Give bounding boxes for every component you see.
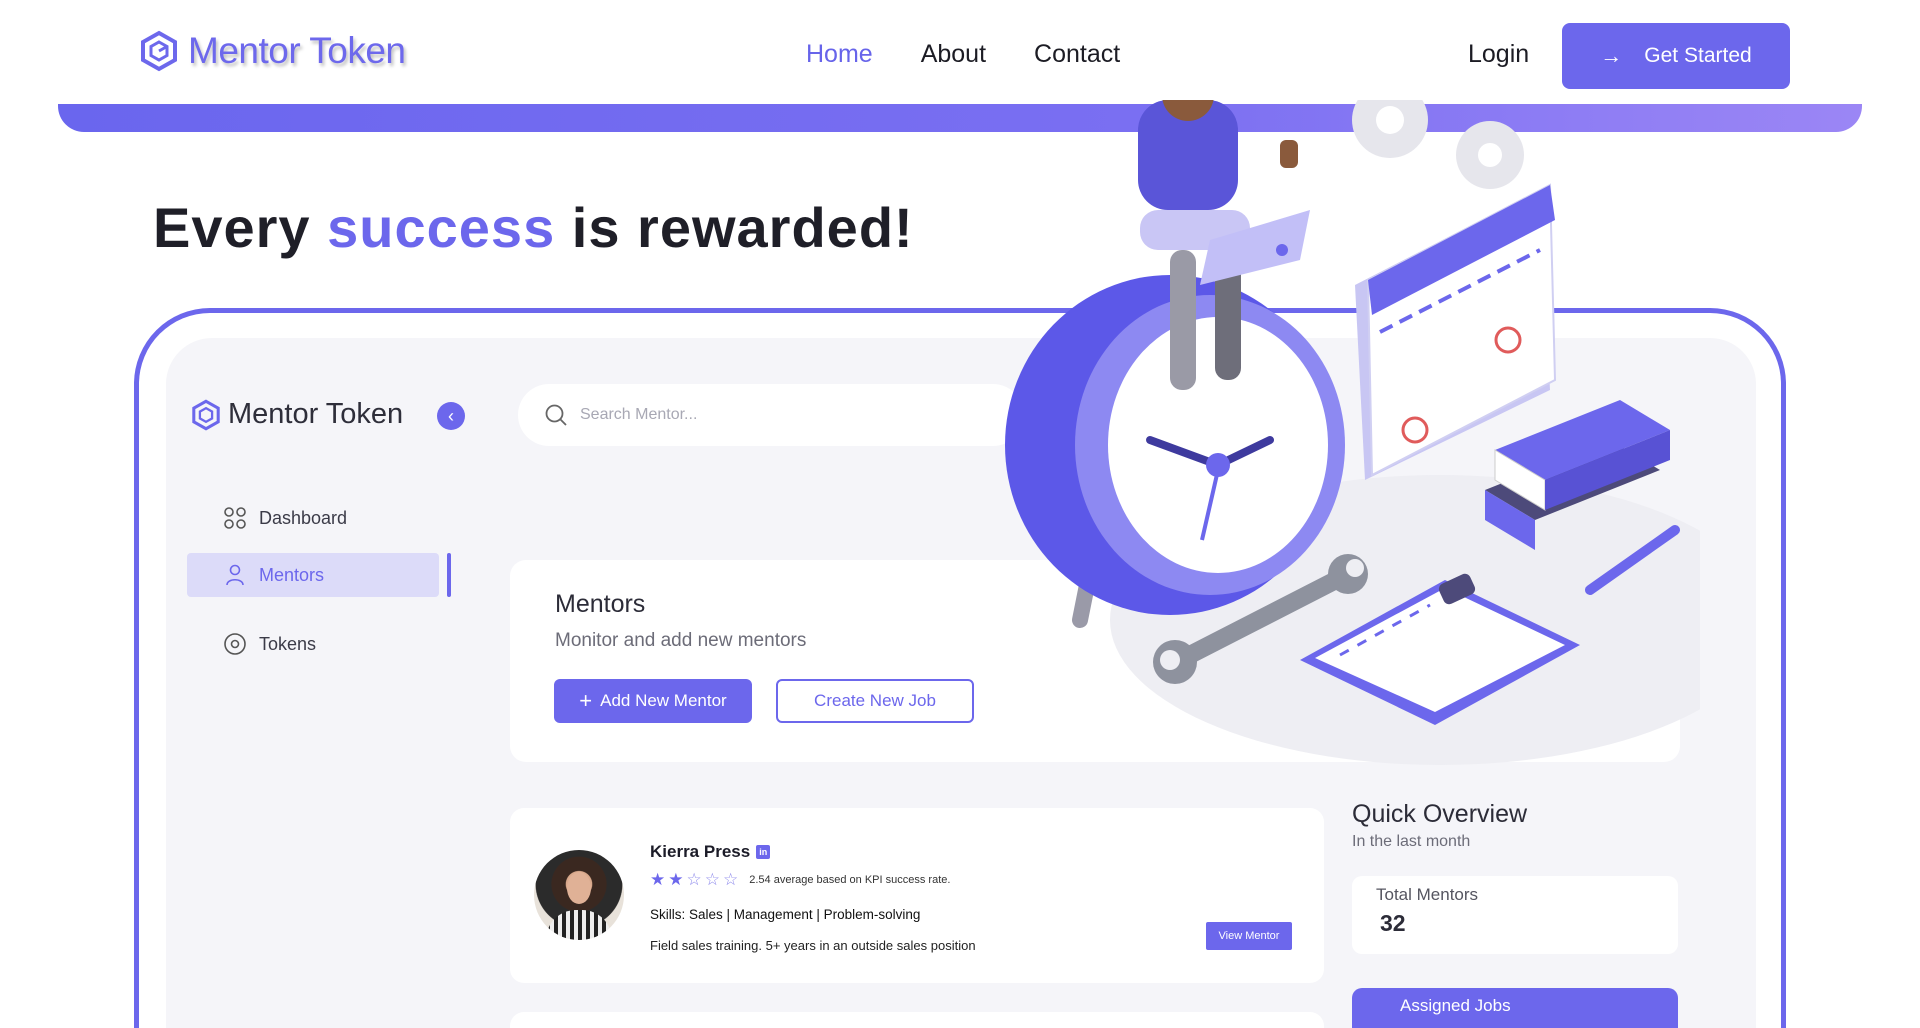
- mentor-search: [518, 384, 1024, 446]
- sidebar-collapse-button[interactable]: ‹: [437, 402, 465, 430]
- nav-link-contact[interactable]: Contact: [1034, 40, 1120, 69]
- active-item-marker: [447, 553, 451, 597]
- sidebar-item-dashboard[interactable]: Dashboard: [187, 496, 439, 540]
- mentors-subtitle: Monitor and add new mentors: [555, 630, 807, 651]
- sidebar-item-label: Mentors: [259, 564, 325, 585]
- rating-text: 2.54 average based on KPI success rate.: [749, 874, 951, 886]
- grid-icon: [224, 507, 246, 529]
- user-icon: [226, 564, 244, 586]
- hexagon-logo-icon: [141, 30, 177, 72]
- mentor-skills: Skills: Sales | Management | Problem-sol…: [650, 907, 921, 922]
- mentor-description: Field sales training. 5+ years in an out…: [650, 938, 976, 953]
- search-icon: [545, 404, 567, 426]
- target-icon: [224, 633, 246, 655]
- total-mentors-label: Total Mentors: [1376, 885, 1479, 904]
- hero-accent-word: success: [327, 196, 556, 259]
- dashboard-brand: Mentor Token: [190, 398, 403, 431]
- hero-text-before: Every: [153, 196, 328, 259]
- hexagon-logo-icon: [192, 399, 220, 430]
- create-new-job-label: Create New Job: [814, 691, 936, 710]
- star-filled-icon: ★: [650, 870, 666, 889]
- mentor-list-item: [510, 808, 1324, 983]
- brand-logo[interactable]: Mentor Token: [138, 30, 406, 72]
- linkedin-icon[interactable]: in: [756, 845, 771, 859]
- nav-link-about[interactable]: About: [921, 40, 986, 69]
- star-filled-icon: ★: [668, 870, 684, 889]
- nav-accent-band: [58, 104, 1862, 132]
- assigned-jobs-label: Assigned Jobs: [1400, 996, 1511, 1015]
- hero-text-after: is rewarded!: [555, 196, 914, 259]
- hero-heading: Every success is rewarded!: [153, 195, 914, 260]
- get-started-label: Get Started: [1644, 44, 1752, 67]
- quick-overview-title: Quick Overview: [1352, 800, 1528, 828]
- mentor-name-text: Kierra Press: [650, 842, 751, 861]
- nav-link-home[interactable]: Home: [806, 40, 873, 69]
- mentor-name: Kierra Press in: [650, 842, 771, 862]
- brand-name: Mentor Token: [188, 30, 406, 71]
- mentors-header-card: [510, 560, 1680, 762]
- dashboard-brand-name: Mentor Token: [228, 398, 404, 430]
- view-mentor-button[interactable]: View Mentor: [1206, 922, 1292, 950]
- arrow-right-icon: →: [1600, 43, 1623, 68]
- mentor-list-item: [510, 1012, 1324, 1028]
- add-new-mentor-button[interactable]: + Add New Mentor: [554, 679, 752, 723]
- sidebar-item-mentors[interactable]: Mentors: [187, 553, 439, 597]
- get-started-button[interactable]: → Get Started: [1562, 23, 1790, 89]
- total-mentors-value: 32: [1380, 910, 1406, 936]
- search-input[interactable]: [580, 406, 980, 424]
- create-new-job-button[interactable]: Create New Job: [776, 679, 974, 723]
- sidebar-item-tokens[interactable]: Tokens: [187, 622, 439, 666]
- login-link[interactable]: Login: [1468, 40, 1529, 69]
- nav-links: Home About Contact: [806, 40, 1120, 69]
- sidebar-item-label: Tokens: [259, 633, 317, 654]
- avatar: [534, 850, 624, 940]
- add-new-mentor-label: Add New Mentor: [600, 691, 727, 710]
- quick-overview-subtitle: In the last month: [1352, 833, 1471, 850]
- top-nav: Mentor Token Home About Contact Login → …: [0, 0, 1920, 112]
- sidebar-item-label: Dashboard: [259, 507, 348, 528]
- chevron-left-icon: ‹: [448, 405, 454, 426]
- mentors-title: Mentors: [555, 590, 646, 618]
- star-empty-icon: ☆: [723, 870, 739, 889]
- star-empty-icon: ☆: [686, 870, 702, 889]
- star-empty-icon: ☆: [704, 870, 720, 889]
- rating-stars: ★ ★ ☆ ☆ ☆ 2.54 average based on KPI succ…: [650, 870, 950, 890]
- plus-icon: +: [579, 688, 593, 713]
